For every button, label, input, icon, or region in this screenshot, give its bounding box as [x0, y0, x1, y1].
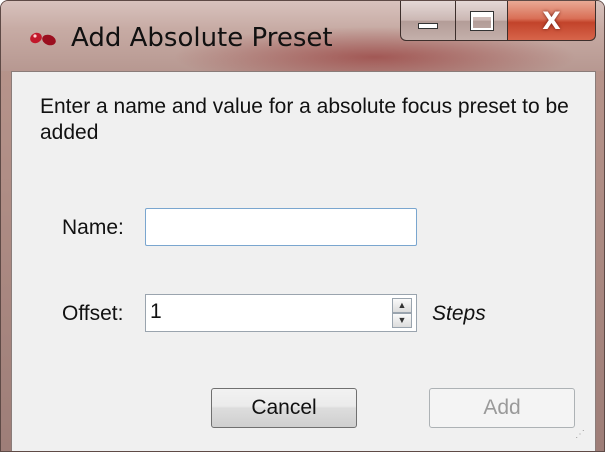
close-icon: X	[542, 6, 561, 35]
title-bar[interactable]: Add Absolute Preset X	[1, 1, 604, 71]
cancel-button[interactable]: Cancel	[211, 388, 357, 428]
instruction-text: Enter a name and value for a absolute fo…	[40, 95, 569, 144]
close-button[interactable]: X	[508, 1, 596, 41]
offset-label: Offset:	[62, 302, 124, 325]
minimize-icon	[418, 22, 438, 29]
offset-value[interactable]: 1	[150, 300, 162, 324]
offset-spinner: ▲ ▼	[392, 298, 412, 328]
window-title: Add Absolute Preset	[71, 23, 333, 53]
maximize-icon	[469, 10, 494, 31]
window-controls: X	[400, 1, 596, 45]
resize-grip-icon[interactable]: ⋰	[575, 430, 589, 446]
name-label: Name:	[62, 216, 124, 239]
name-input[interactable]	[145, 208, 417, 246]
spin-down-button[interactable]: ▼	[392, 313, 412, 328]
add-button[interactable]: Add	[429, 388, 575, 428]
chevron-down-icon: ▼	[397, 315, 407, 325]
minimize-button[interactable]	[400, 1, 456, 41]
offset-unit-label: Steps	[432, 302, 486, 325]
app-logo-icon	[30, 32, 56, 46]
maximize-button[interactable]	[456, 1, 508, 41]
spin-up-button[interactable]: ▲	[392, 298, 412, 313]
chevron-up-icon: ▲	[397, 300, 407, 310]
offset-numeric-input[interactable]: 1 ▲ ▼	[145, 294, 417, 332]
